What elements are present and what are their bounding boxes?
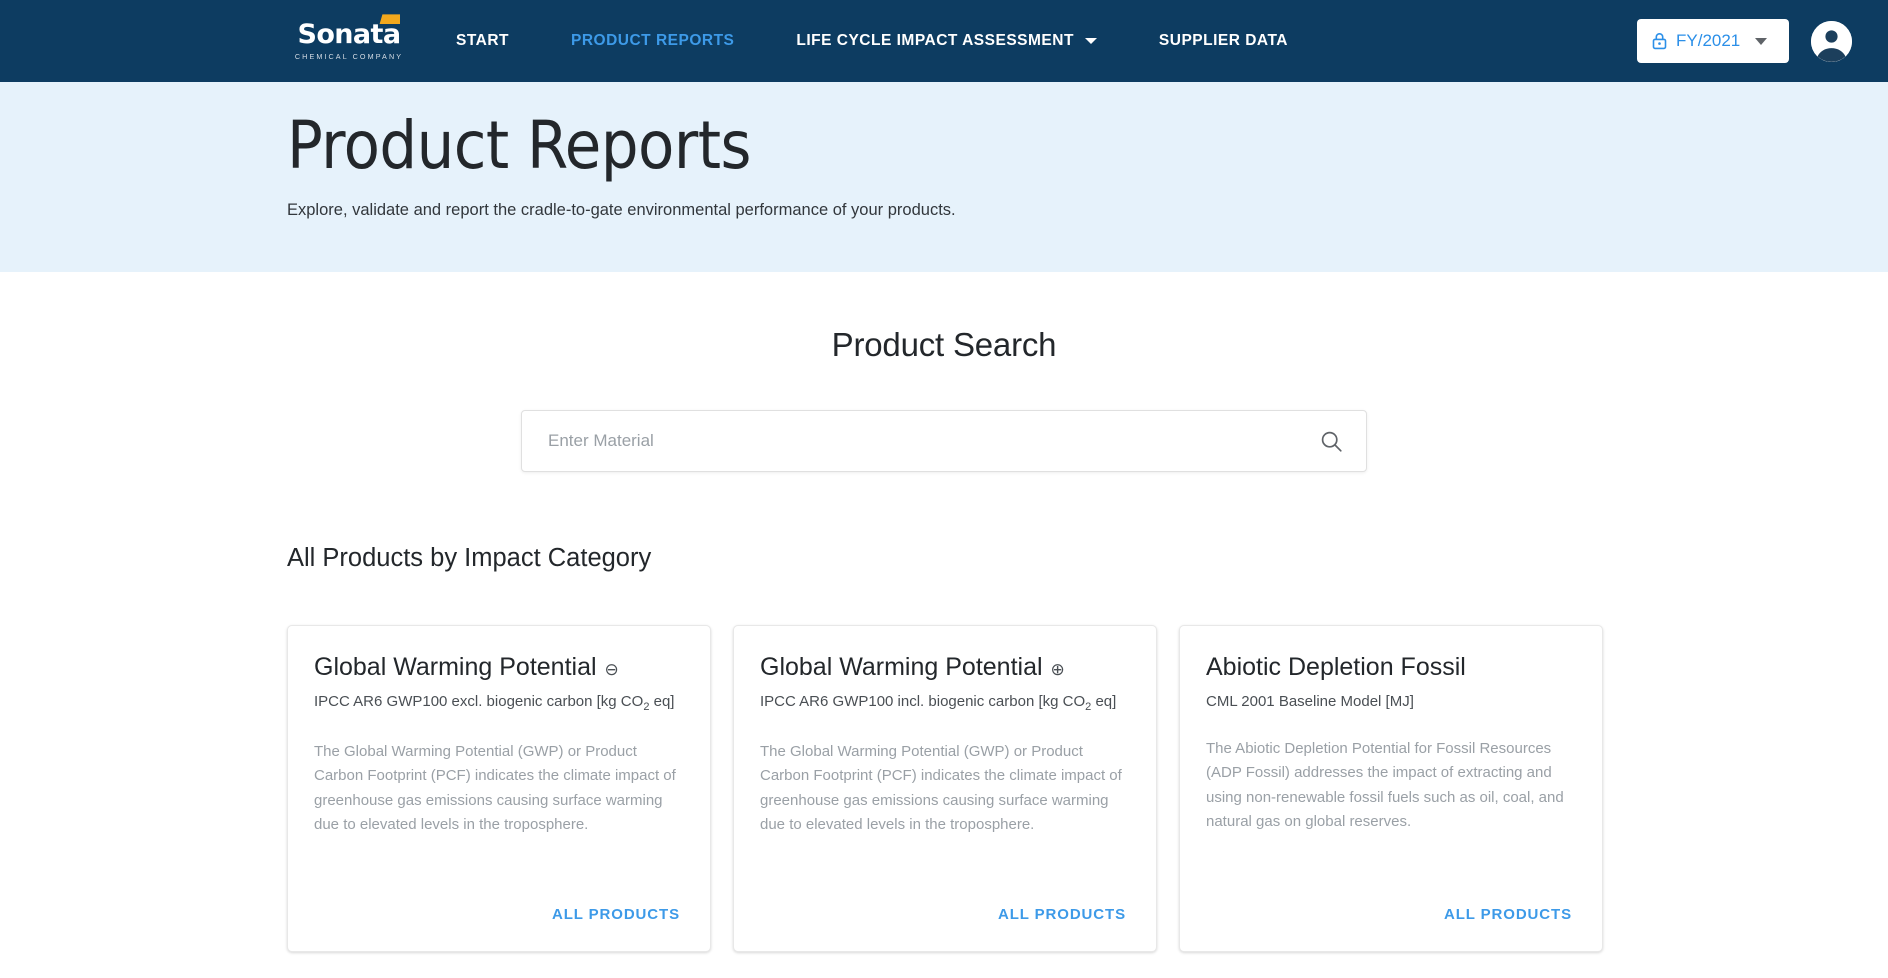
card-footer: ALL PRODUCTS — [314, 884, 684, 951]
product-search-section: Product Search — [0, 272, 1888, 472]
nav-right-cluster: FY/2021 — [1637, 0, 1852, 82]
card-subtitle-prefix: CML 2001 Baseline Model [MJ] — [1206, 693, 1414, 710]
card-subtitle: IPCC AR6 GWP100 excl. biogenic carbon [k… — [314, 693, 684, 713]
card-title: Global Warming Potential ⊕ — [760, 652, 1130, 682]
card-subtitle-suffix: eq] — [1091, 693, 1116, 710]
fiscal-year-label: FY/2021 — [1676, 31, 1740, 51]
card-description: The Abiotic Depletion Potential for Foss… — [1206, 737, 1576, 884]
card-title: Global Warming Potential ⊖ — [314, 652, 684, 682]
card-title: Abiotic Depletion Fossil — [1206, 652, 1576, 682]
page-subtitle: Explore, validate and report the cradle-… — [287, 201, 1888, 220]
search-icon — [1319, 429, 1344, 454]
circled-plus-icon: ⊕ — [1051, 661, 1065, 678]
brand-logo-wordmark: Sonata — [298, 21, 401, 48]
impact-category-card-list: Global Warming Potential ⊖ IPCC AR6 GWP1… — [287, 625, 1888, 952]
account-avatar[interactable] — [1811, 21, 1852, 62]
nav-item-product-reports-label: PRODUCT REPORTS — [571, 32, 734, 50]
product-reports-page: Sonata CHEMICAL COMPANY START PRODUCT RE… — [0, 0, 1888, 978]
nav-item-supplier-data-label: SUPPLIER DATA — [1159, 32, 1288, 50]
card-title-text: Global Warming Potential — [314, 652, 597, 682]
lock-icon — [1652, 32, 1667, 50]
card-footer: ALL PRODUCTS — [1206, 884, 1576, 951]
brand-logo-tagline: CHEMICAL COMPANY — [295, 53, 403, 60]
page-title: Product Reports — [287, 108, 1888, 184]
nav-item-start[interactable]: START — [456, 22, 509, 60]
all-products-link[interactable]: ALL PRODUCTS — [1440, 900, 1576, 929]
card-subtitle-prefix: IPCC AR6 GWP100 incl. biogenic carbon [k… — [760, 693, 1085, 710]
products-section-heading: All Products by Impact Category — [287, 544, 1888, 573]
fiscal-year-selector[interactable]: FY/2021 — [1637, 19, 1789, 63]
nav-item-supplier-data[interactable]: SUPPLIER DATA — [1159, 22, 1288, 60]
card-subtitle: CML 2001 Baseline Model [MJ] — [1206, 693, 1576, 710]
nav-links: START PRODUCT REPORTS LIFE CYCLE IMPACT … — [456, 22, 1350, 60]
impact-category-card[interactable]: Abiotic Depletion Fossil CML 2001 Baseli… — [1179, 625, 1603, 952]
card-subtitle-suffix: eq] — [649, 693, 674, 710]
card-subtitle-prefix: IPCC AR6 GWP100 excl. biogenic carbon [k… — [314, 693, 643, 710]
card-title-text: Global Warming Potential — [760, 652, 1043, 682]
search-submit-button[interactable] — [1319, 429, 1344, 454]
nav-item-life-cycle-impact-assessment[interactable]: LIFE CYCLE IMPACT ASSESSMENT — [796, 22, 1097, 60]
account-avatar-icon — [1811, 21, 1852, 62]
nav-item-product-reports[interactable]: PRODUCT REPORTS — [571, 22, 734, 60]
product-search-box[interactable] — [521, 410, 1367, 472]
search-input[interactable] — [546, 430, 1319, 452]
hero-banner: Product Reports Explore, validate and re… — [0, 82, 1888, 272]
brand-logo-accent-icon — [379, 14, 400, 24]
impact-category-card[interactable]: Global Warming Potential ⊕ IPCC AR6 GWP1… — [733, 625, 1157, 952]
card-title-text: Abiotic Depletion Fossil — [1206, 652, 1466, 682]
chevron-down-icon — [1755, 38, 1767, 45]
brand-logo[interactable]: Sonata CHEMICAL COMPANY — [290, 21, 408, 60]
circled-minus-icon: ⊖ — [605, 661, 619, 678]
all-products-link[interactable]: ALL PRODUCTS — [548, 900, 684, 929]
all-products-link[interactable]: ALL PRODUCTS — [994, 900, 1130, 929]
card-footer: ALL PRODUCTS — [760, 884, 1130, 951]
nav-item-life-cycle-impact-assessment-label: LIFE CYCLE IMPACT ASSESSMENT — [796, 32, 1074, 50]
card-description: The Global Warming Potential (GWP) or Pr… — [314, 740, 684, 884]
product-search-title: Product Search — [0, 326, 1888, 364]
card-description: The Global Warming Potential (GWP) or Pr… — [760, 740, 1130, 884]
chevron-down-icon — [1085, 38, 1097, 44]
nav-item-start-label: START — [456, 32, 509, 50]
top-navigation-bar: Sonata CHEMICAL COMPANY START PRODUCT RE… — [0, 0, 1888, 82]
impact-category-card[interactable]: Global Warming Potential ⊖ IPCC AR6 GWP1… — [287, 625, 711, 952]
card-subtitle: IPCC AR6 GWP100 incl. biogenic carbon [k… — [760, 693, 1130, 713]
